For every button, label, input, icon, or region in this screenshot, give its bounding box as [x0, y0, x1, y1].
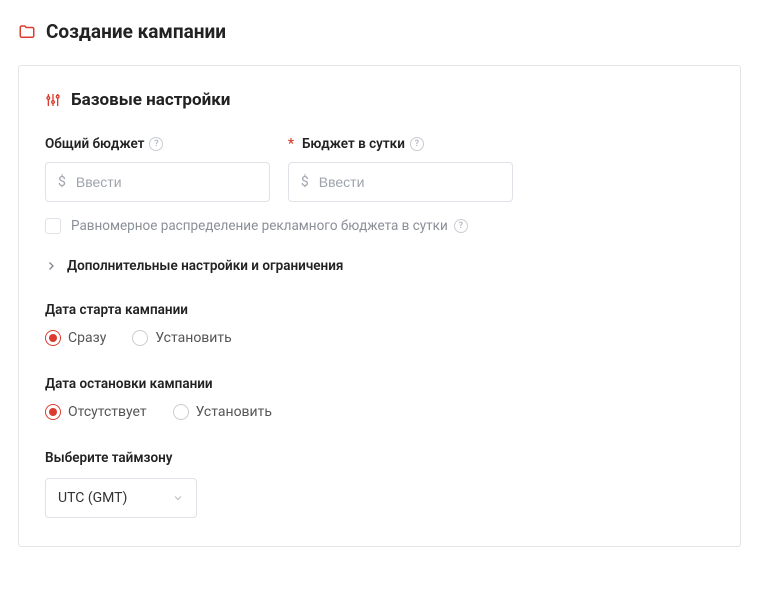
section-title: Базовые настройки [71, 90, 230, 110]
chevron-down-icon [172, 492, 184, 504]
page-title: Создание кампании [46, 20, 226, 43]
stop-date-group: Дата остановки кампании Отсутствует Уста… [45, 376, 714, 420]
start-date-label: Дата старта кампании [45, 302, 714, 318]
currency-icon: $ [58, 174, 66, 190]
radio-label: Сразу [68, 330, 106, 346]
radio-label: Отсутствует [68, 404, 147, 420]
radio-icon [45, 330, 61, 346]
radio-icon [132, 330, 148, 346]
page-header: Создание кампании [18, 20, 741, 43]
radio-label: Установить [155, 330, 231, 346]
daily-budget-field: * Бюджет в сутки ? $ [288, 136, 513, 202]
stop-date-label: Дата остановки кампании [45, 376, 714, 392]
start-date-group: Дата старта кампании Сразу Установить [45, 302, 714, 346]
timezone-select[interactable]: UTC (GMT) [45, 478, 197, 518]
daily-budget-input-wrap[interactable]: $ [288, 162, 513, 202]
start-date-option-now[interactable]: Сразу [45, 330, 106, 346]
total-budget-label: Общий бюджет ? [45, 136, 270, 152]
basic-settings-card: Базовые настройки Общий бюджет ? $ * Бюд… [18, 65, 741, 547]
currency-icon: $ [301, 174, 309, 190]
sliders-icon [45, 92, 61, 108]
radio-icon [45, 404, 61, 420]
required-mark: * [288, 136, 294, 152]
radio-icon [173, 404, 189, 420]
stop-date-option-none[interactable]: Отсутствует [45, 404, 147, 420]
timezone-group: Выберите таймзону UTC (GMT) [45, 450, 714, 518]
section-header: Базовые настройки [45, 90, 714, 110]
chevron-right-icon [45, 260, 57, 272]
stop-date-option-set[interactable]: Установить [173, 404, 272, 420]
folder-icon [18, 23, 36, 41]
daily-budget-input[interactable] [319, 174, 500, 190]
help-icon[interactable]: ? [149, 137, 163, 151]
even-distribution-checkbox[interactable] [45, 218, 61, 234]
daily-budget-label: * Бюджет в сутки ? [288, 136, 513, 152]
additional-settings-label: Дополнительные настройки и ограничения [67, 258, 343, 274]
even-distribution-row[interactable]: Равномерное распределение рекламного бюд… [45, 218, 714, 234]
radio-label: Установить [196, 404, 272, 420]
start-date-option-set[interactable]: Установить [132, 330, 231, 346]
additional-settings-expander[interactable]: Дополнительные настройки и ограничения [45, 258, 714, 274]
help-icon[interactable]: ? [454, 219, 468, 233]
total-budget-input[interactable] [76, 174, 257, 190]
timezone-label: Выберите таймзону [45, 450, 714, 466]
help-icon[interactable]: ? [410, 137, 424, 151]
even-distribution-label: Равномерное распределение рекламного бюд… [71, 218, 468, 234]
total-budget-field: Общий бюджет ? $ [45, 136, 270, 202]
total-budget-input-wrap[interactable]: $ [45, 162, 270, 202]
timezone-value: UTC (GMT) [58, 490, 127, 506]
